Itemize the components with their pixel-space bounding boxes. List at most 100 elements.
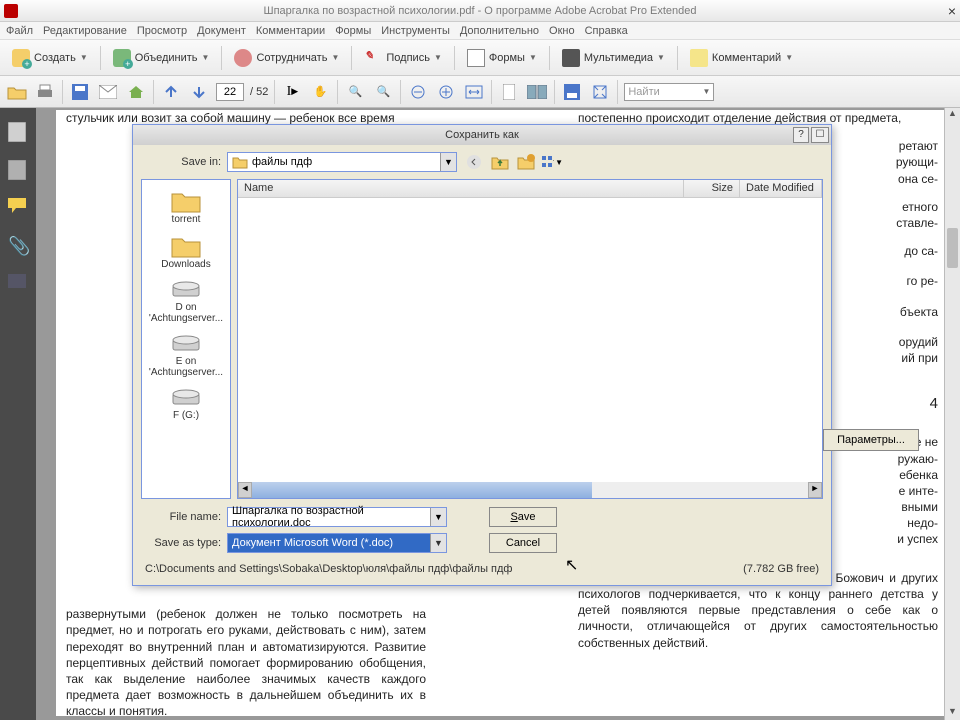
type-label: Save as type:: [141, 537, 221, 549]
place-drive-d[interactable]: D on 'Achtungserver...: [144, 278, 228, 324]
params-button[interactable]: Параметры...: [823, 429, 919, 451]
attach-panel-icon[interactable]: 📎: [8, 236, 28, 256]
menu-document[interactable]: Документ: [197, 25, 246, 37]
collab-icon: [234, 49, 252, 67]
comment-panel-icon[interactable]: [8, 198, 28, 218]
dialog-title: Сохранить как: [445, 129, 519, 141]
scroll-left-icon[interactable]: ◄: [238, 482, 252, 498]
combine-button[interactable]: +Объединить▼: [107, 47, 216, 69]
toolbar-secondary: / 52 I▶ ✋ 🔍 🔍 Найти▼: [0, 76, 960, 108]
hand-tool-icon[interactable]: ✋: [309, 81, 331, 103]
comments-button[interactable]: Комментарий▼: [684, 47, 799, 69]
hscroll-thumb[interactable]: [252, 482, 592, 498]
fullscreen-icon[interactable]: [589, 81, 611, 103]
menu-additional[interactable]: Дополнительно: [460, 25, 539, 37]
chevron-down-icon[interactable]: ▼: [430, 508, 446, 526]
scroll-down-icon[interactable]: ▼: [945, 706, 960, 720]
scroll-up-icon[interactable]: ▲: [945, 108, 960, 122]
pages-panel-icon[interactable]: [8, 122, 28, 142]
bookmark-panel-icon[interactable]: [8, 160, 28, 180]
next-page-icon[interactable]: [188, 81, 210, 103]
page-input[interactable]: [216, 83, 244, 101]
scroll-thumb[interactable]: [947, 228, 958, 268]
create-icon: [12, 49, 30, 67]
type-combo[interactable]: Документ Microsoft Word (*.doc) ▼: [227, 533, 447, 553]
dialog-close-icon[interactable]: ☐: [811, 127, 829, 143]
combine-icon: +: [113, 49, 131, 67]
col-date[interactable]: Date Modified: [740, 180, 822, 197]
menu-file[interactable]: Файл: [6, 25, 33, 37]
file-list[interactable]: Name Size Date Modified ◄ ►: [237, 179, 823, 499]
select-tool-icon[interactable]: I▶: [281, 81, 303, 103]
dialog-title-bar: Сохранить как ? ☐: [133, 125, 831, 145]
app-icon: [4, 4, 18, 18]
page-total: / 52: [250, 86, 268, 98]
multimedia-button[interactable]: Мультимедиа▼: [556, 47, 671, 69]
save-as-dialog: Сохранить как ? ☐ Save in: файлы пдф ▼ ▼: [132, 124, 832, 586]
single-page-icon[interactable]: [498, 81, 520, 103]
toolbar-main: Создать▼ +Объединить▼ Сотрудничать▼ ✎Под…: [0, 40, 960, 76]
save-icon[interactable]: [69, 81, 91, 103]
vertical-scrollbar[interactable]: ▲ ▼: [944, 108, 960, 720]
menu-window[interactable]: Окно: [549, 25, 575, 37]
back-icon[interactable]: [463, 151, 485, 173]
sign-panel-icon[interactable]: [8, 274, 28, 294]
sign-icon: ✎: [364, 49, 382, 67]
forms-button[interactable]: Формы▼: [461, 47, 543, 69]
open-icon[interactable]: [6, 81, 28, 103]
zoom-tool-icon[interactable]: 🔍: [372, 81, 394, 103]
comments-icon: [690, 49, 708, 67]
place-drive-f[interactable]: F (G:): [170, 386, 202, 421]
cancel-button[interactable]: Cancel: [489, 533, 557, 553]
mail-icon[interactable]: [97, 81, 119, 103]
collab-button[interactable]: Сотрудничать▼: [228, 47, 345, 69]
dialog-help-icon[interactable]: ?: [793, 127, 809, 143]
free-space: (7.782 GB free): [743, 563, 819, 575]
up-folder-icon[interactable]: [489, 151, 511, 173]
new-folder-icon[interactable]: [515, 151, 537, 173]
filename-input[interactable]: Шпаргалка по возрастной психологии.doc ▼: [227, 507, 447, 527]
close-icon[interactable]: ×: [948, 3, 956, 19]
multimedia-icon: [562, 49, 580, 67]
zoom-out-icon[interactable]: [407, 81, 429, 103]
search-input[interactable]: Найти▼: [624, 83, 714, 101]
place-downloads[interactable]: Downloads: [161, 233, 210, 270]
chevron-down-icon[interactable]: ▼: [440, 153, 456, 171]
create-button[interactable]: Создать▼: [6, 47, 94, 69]
menu-comments[interactable]: Комментарии: [256, 25, 325, 37]
col-name[interactable]: Name: [238, 180, 684, 197]
path-text: C:\Documents and Settings\Sobaka\Desktop…: [145, 563, 512, 575]
two-page-icon[interactable]: [526, 81, 548, 103]
filename-label: File name:: [141, 511, 221, 523]
window-title: Шпаргалка по возрастной психологии.pdf -…: [263, 5, 696, 17]
menu-forms[interactable]: Формы: [335, 25, 371, 37]
side-panel: 📎: [0, 108, 36, 720]
zoom-select-icon[interactable]: 🔍: [344, 81, 366, 103]
view-menu-icon[interactable]: ▼: [541, 151, 563, 173]
place-drive-e[interactable]: E on 'Achtungserver...: [144, 332, 228, 378]
fit-width-icon[interactable]: [463, 81, 485, 103]
menu-tools[interactable]: Инструменты: [381, 25, 450, 37]
places-bar: torrent Downloads D on 'Achtungserver...…: [141, 179, 231, 499]
print-icon[interactable]: [34, 81, 56, 103]
save-disk-icon[interactable]: [561, 81, 583, 103]
menu-bar: Файл Редактирование Просмотр Документ Ко…: [0, 22, 960, 40]
forms-icon: [467, 49, 485, 67]
zoom-in-icon[interactable]: [435, 81, 457, 103]
menu-help[interactable]: Справка: [585, 25, 628, 37]
home-icon[interactable]: [125, 81, 147, 103]
title-bar: Шпаргалка по возрастной психологии.pdf -…: [0, 0, 960, 22]
col-size[interactable]: Size: [684, 180, 740, 197]
scroll-right-icon[interactable]: ►: [808, 482, 822, 498]
save-in-combo[interactable]: файлы пдф ▼: [227, 152, 457, 172]
save-in-label: Save in:: [141, 156, 221, 168]
menu-edit[interactable]: Редактирование: [43, 25, 127, 37]
file-list-hscroll[interactable]: ◄ ►: [238, 482, 822, 498]
sign-button[interactable]: ✎Подпись▼: [358, 47, 447, 69]
prev-page-icon[interactable]: [160, 81, 182, 103]
chevron-down-icon[interactable]: ▼: [430, 534, 446, 552]
save-button[interactable]: Save: [489, 507, 557, 527]
file-list-header: Name Size Date Modified: [238, 180, 822, 198]
place-torrent[interactable]: torrent: [170, 188, 202, 225]
menu-view[interactable]: Просмотр: [137, 25, 187, 37]
